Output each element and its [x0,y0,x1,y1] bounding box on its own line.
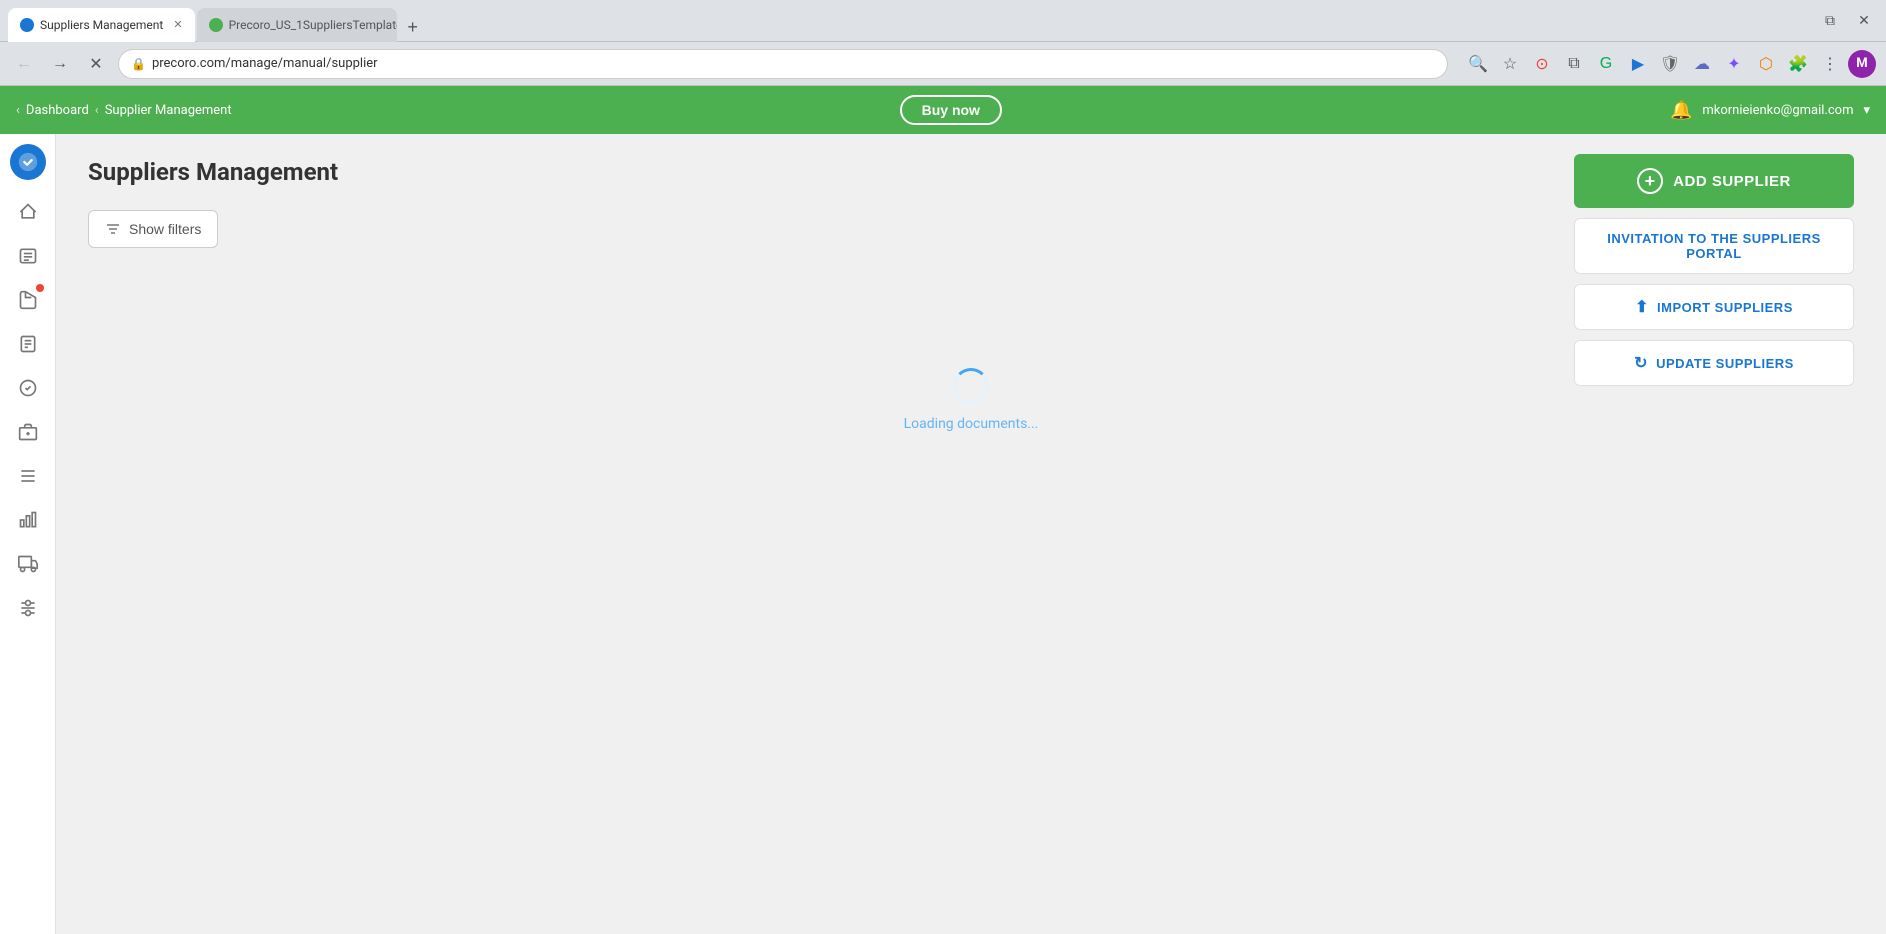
grammarly-icon[interactable]: G [1592,50,1620,78]
bookmark-icon[interactable]: ☆ [1496,50,1524,78]
add-supplier-label: ADD SUPPLIER [1673,173,1791,190]
update-icon: ↻ [1634,353,1648,373]
sparkle-icon[interactable]: ✦ [1720,50,1748,78]
loading-text: Loading documents... [904,416,1039,432]
notification-bell-icon[interactable]: 🔔 [1670,100,1692,121]
video-icon[interactable]: ▶ [1624,50,1652,78]
sidebar-item-list[interactable] [8,456,48,496]
sidebar-item-settings[interactable] [8,588,48,628]
back-button[interactable]: ← [10,50,38,78]
add-supplier-icon: + [1637,168,1663,194]
top-navigation: ‹ Dashboard ‹ Supplier Management Buy no… [0,86,1886,134]
sidebar-item-warehouse[interactable] [8,412,48,452]
address-text: precoro.com/manage/manual/supplier [152,56,378,71]
breadcrumb-dashboard[interactable]: Dashboard [26,103,89,118]
user-dropdown-arrow[interactable]: ▾ [1863,103,1870,118]
forward-button[interactable]: → [46,50,74,78]
sidebar-item-shipping[interactable] [8,544,48,584]
add-supplier-button[interactable]: + ADD SUPPLIER [1574,154,1854,208]
tab-label-2: Precoro_US_1SuppliersTemplate [229,18,397,32]
tab-suppliers-management[interactable]: Suppliers Management ✕ [8,8,195,42]
user-email: mkornieienko@gmail.com [1702,103,1853,118]
breadcrumb-sep: ‹ [95,103,99,118]
address-bar-row: ← → ✕ 🔒 precoro.com/manage/manual/suppli… [0,42,1886,86]
page-content: Suppliers Management + ADD SUPPLIER INVI… [56,134,1886,934]
tab-close-icon[interactable]: ✕ [173,18,182,31]
import-suppliers-button[interactable]: ⬆ IMPORT SUPPLIERS [1574,284,1854,330]
sidebar [0,134,56,934]
puzzle-icon[interactable]: 🧩 [1784,50,1812,78]
close-window-button[interactable]: ✕ [1850,7,1878,35]
sidebar-item-documents[interactable] [8,324,48,364]
user-profile-icon[interactable]: M [1848,50,1876,78]
import-label: IMPORT SUPPLIERS [1657,300,1793,315]
tab-favicon-2 [209,18,223,32]
sidebar-item-invoices[interactable] [8,280,48,320]
cloud-icon[interactable]: ☁ [1688,50,1716,78]
tab-favicon [20,18,34,32]
browser-tab-bar: Suppliers Management ✕ Precoro_US_1Suppl… [0,0,1886,42]
lock-icon: 🔒 [131,57,146,71]
tab-label: Suppliers Management [40,18,163,32]
browserstack-icon[interactable]: ⬡ [1752,50,1780,78]
invoices-badge [36,284,44,292]
reload-button[interactable]: ✕ [82,50,110,78]
update-label: UPDATE SUPPLIERS [1656,356,1794,371]
loading-spinner [953,368,989,404]
shield-icon[interactable]: 🛡 [1656,50,1684,78]
tab-list: Suppliers Management ✕ Precoro_US_1Suppl… [8,0,427,42]
breadcrumb-supplier-management[interactable]: Supplier Management [105,103,232,118]
buy-now-button[interactable]: Buy now [900,95,1002,125]
app-logo[interactable] [10,144,46,180]
show-filters-button[interactable]: Show filters [88,210,218,248]
opera-icon[interactable]: ⊙ [1528,50,1556,78]
new-tab-button[interactable]: + [399,14,427,42]
action-panel: + ADD SUPPLIER INVITATION TO THE SUPPLIE… [1574,154,1854,386]
address-bar[interactable]: 🔒 precoro.com/manage/manual/supplier [118,49,1448,79]
copy-icon[interactable]: ⧉ [1560,50,1588,78]
app-container: ‹ Dashboard ‹ Supplier Management Buy no… [0,86,1886,934]
breadcrumb-arrow-back: ‹ [16,103,20,118]
import-icon: ⬆ [1635,297,1649,317]
sidebar-item-home[interactable] [8,192,48,232]
search-icon[interactable]: 🔍 [1464,50,1492,78]
sidebar-item-orders[interactable] [8,236,48,276]
menu-icon[interactable]: ⋮ [1816,50,1844,78]
update-suppliers-button[interactable]: ↻ UPDATE SUPPLIERS [1574,340,1854,386]
tab-precoro-template[interactable]: Precoro_US_1SuppliersTemplate ✕ [197,8,397,42]
breadcrumb: ‹ Dashboard ‹ Supplier Management [16,103,232,118]
sidebar-item-analytics[interactable] [8,500,48,540]
invitation-button[interactable]: INVITATION TO THE SUPPLIERS PORTAL [1574,218,1854,274]
show-filters-label: Show filters [129,221,201,237]
browser-toolbar: 🔍 ☆ ⊙ ⧉ G ▶ 🛡 ☁ ✦ ⬡ 🧩 ⋮ M [1464,50,1876,78]
invitation-label: INVITATION TO THE SUPPLIERS PORTAL [1591,231,1837,261]
sidebar-item-checklist[interactable] [8,368,48,408]
restore-window-button[interactable]: ⧉ [1816,7,1844,35]
main-layout: Suppliers Management + ADD SUPPLIER INVI… [0,134,1886,934]
user-area[interactable]: 🔔 mkornieienko@gmail.com ▾ [1670,100,1870,121]
filter-icon [105,221,121,237]
